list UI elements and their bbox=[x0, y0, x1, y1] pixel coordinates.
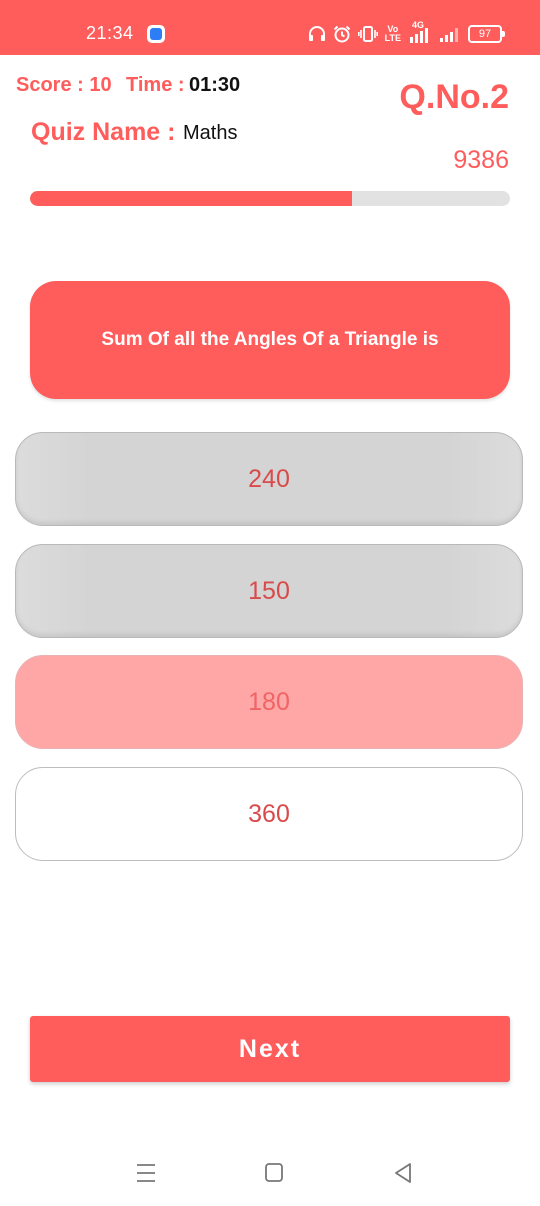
option-label: 240 bbox=[248, 464, 290, 493]
status-time: 21:34 bbox=[86, 23, 134, 43]
question-id: 9386 bbox=[453, 146, 509, 174]
battery-icon: 97 bbox=[468, 25, 505, 43]
option-button[interactable]: 240 bbox=[15, 432, 523, 526]
time-label: Time : bbox=[126, 74, 185, 96]
signal-icon bbox=[440, 28, 458, 42]
question-text: Sum Of all the Angles Of a Triangle is bbox=[101, 329, 439, 350]
option-button[interactable]: 360 bbox=[15, 767, 523, 861]
next-button-label: Next bbox=[238, 1034, 302, 1063]
progress-fill bbox=[30, 191, 352, 206]
recent-apps-icon[interactable] bbox=[131, 1160, 161, 1186]
volte-icon: Vo LTE bbox=[384, 24, 401, 43]
option-button-selected[interactable]: 180 bbox=[15, 655, 523, 749]
option-label: 150 bbox=[248, 576, 290, 605]
home-icon[interactable] bbox=[259, 1160, 289, 1186]
quiz-screen: 21:34 Vo LTE 4G 97 Score: 10 Time: 01:… bbox=[0, 0, 540, 1206]
signal-4g-icon: 4G bbox=[408, 20, 432, 44]
question-card: Sum Of all the Angles Of a Triangle is bbox=[30, 281, 510, 399]
back-icon[interactable] bbox=[388, 1160, 418, 1186]
app-notification-icon bbox=[147, 25, 165, 43]
progress-bar bbox=[30, 191, 510, 206]
quiz-name-value: Maths bbox=[183, 122, 238, 144]
next-button[interactable]: Next bbox=[30, 1016, 510, 1082]
status-icons: Vo LTE 4G 97 bbox=[308, 20, 505, 44]
score-label: Score : 10 bbox=[16, 74, 112, 96]
option-label: 180 bbox=[248, 687, 290, 716]
vibrate-icon bbox=[357, 26, 378, 42]
system-nav-bar bbox=[0, 1140, 540, 1206]
option-label: 360 bbox=[248, 799, 290, 828]
headphones-icon bbox=[308, 26, 325, 41]
option-button[interactable]: 150 bbox=[15, 544, 523, 638]
status-bar: 21:34 Vo LTE 4G 97 bbox=[0, 0, 540, 55]
alarm-icon bbox=[333, 25, 350, 43]
time-value: 01:30 bbox=[189, 74, 241, 96]
question-number: Q.No.2 bbox=[399, 78, 509, 116]
quiz-name-label: Quiz Name : bbox=[31, 118, 176, 146]
